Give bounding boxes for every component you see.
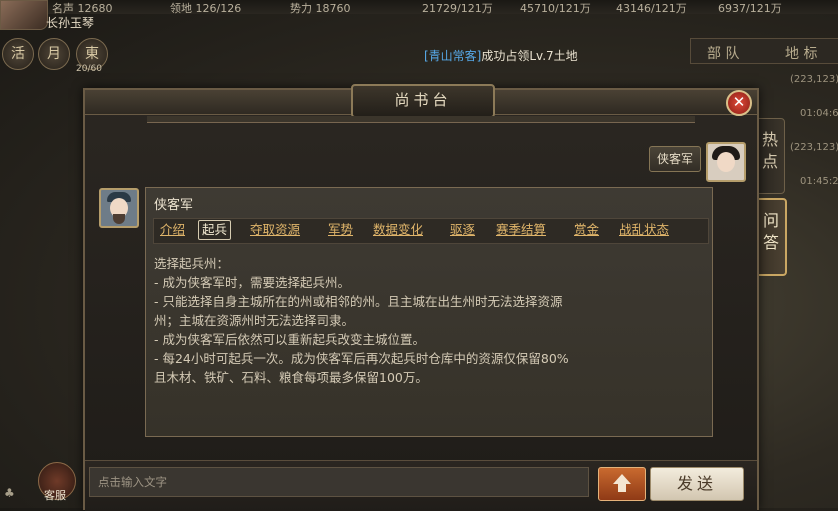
territory-stat: 领地 126/126 (170, 2, 242, 14)
power-stat: 势力 18760 (290, 2, 351, 14)
wood-stat: 21729/121万 (422, 2, 493, 14)
reply-line: 选择起兵州： (154, 256, 230, 271)
tab-bounty[interactable]: 赏金 (572, 221, 601, 239)
broadcast-notice: [青山常客]成功占领Lv.7土地 (424, 47, 578, 64)
reply-body: 选择起兵州： - 成为侠客军时，需要选择起兵州。 - 只能选择自身主城所在的州或… (154, 254, 699, 387)
scroll-edge (147, 116, 695, 123)
message-input[interactable] (89, 467, 589, 497)
stone-stat: 43146/121万 (616, 2, 687, 14)
topic-tabs: 介绍 起兵 夺取资源 军势 数据变化 驱逐 赛季结算 赏金 战乱状态 (153, 218, 709, 244)
tab-troops[interactable]: 部 队 (707, 43, 739, 63)
food-stat: 6937/121万 (718, 2, 782, 14)
controls-count: 20/60 (76, 64, 102, 74)
reply-panel: 侠客军 介绍 起兵 夺取资源 军势 数据变化 驱逐 赛季结算 赏金 战乱状态 选… (145, 187, 713, 437)
fame-stat: 名声 12680 (52, 2, 113, 14)
coord-2[interactable]: (223,123) (790, 142, 838, 153)
customer-service-label: 客服 (44, 489, 66, 502)
user-message-bubble: 侠客军 (649, 146, 701, 172)
shangshutai-dialog: 尚书台 ✕ 侠客军 侠客军 介绍 起兵 夺取资源 军势 数据变化 驱逐 赛季结算… (83, 84, 759, 511)
tab-data-changes[interactable]: 数据变化 (371, 221, 425, 239)
dialog-title: 尚书台 (351, 84, 495, 118)
tab-landmarks[interactable]: 地 标 (785, 43, 817, 63)
timer-2: 01:45:2 (800, 176, 838, 187)
monthly-button[interactable]: 月 (38, 38, 70, 70)
reply-title: 侠客军 (154, 198, 194, 213)
reply-line: 州；主城在资源州时无法选择司隶。 (154, 313, 355, 328)
tab-intro[interactable]: 介绍 (158, 221, 187, 239)
reply-line: - 每24小时可起兵一次。成为侠客军后再次起兵时仓库中的资源仅保留80% (154, 351, 569, 366)
bot-portrait (99, 188, 139, 228)
reply-line: - 成为侠客军后依然可以重新起兵改变主城位置。 (154, 332, 425, 347)
side-tab-qa[interactable]: 问 答 (755, 198, 787, 276)
tab-war-status[interactable]: 战乱状态 (617, 221, 671, 239)
right-tabs: 部 队 地 标 (690, 38, 838, 64)
tab-seize-resources[interactable]: 夺取资源 (248, 221, 302, 239)
input-bar: 发送 (85, 460, 757, 511)
send-button[interactable]: 发送 (650, 467, 744, 501)
activity-button[interactable]: 活 (2, 38, 34, 70)
tab-season-settlement[interactable]: 赛季结算 (494, 221, 548, 239)
notice-player[interactable]: [青山常客] (424, 49, 481, 63)
reply-line: 且木材、铁矿、石料、粮食每项最多保留100万。 (154, 370, 428, 385)
coord-1[interactable]: (223,123) (790, 74, 838, 85)
reply-line: - 只能选择自身主城所在的州或相邻的州。且主城在出生州时无法选择资源 (154, 294, 563, 309)
history-up-button[interactable] (598, 467, 646, 501)
player-name: 长孙玉琴 (46, 16, 95, 30)
tab-uprising[interactable]: 起兵 (198, 220, 232, 240)
notice-text: 成功占领Lv.7土地 (481, 49, 578, 63)
tab-military-power[interactable]: 军势 (326, 221, 355, 239)
timer-1: 01:04:6 (800, 108, 838, 119)
tab-expel[interactable]: 驱逐 (448, 221, 477, 239)
side-tab-hot[interactable]: 热 点 (755, 118, 785, 194)
top-resource-bar: 名声 12680 领地 126/126 势力 18760 21729/121万 … (0, 0, 838, 14)
reply-line: - 成为侠客军时，需要选择起兵州。 (154, 275, 350, 290)
user-portrait (706, 142, 746, 182)
player-avatar[interactable] (0, 0, 48, 30)
misc-icon[interactable]: ♣ (4, 486, 18, 500)
iron-stat: 45710/121万 (520, 2, 591, 14)
close-button[interactable]: ✕ (726, 90, 752, 116)
